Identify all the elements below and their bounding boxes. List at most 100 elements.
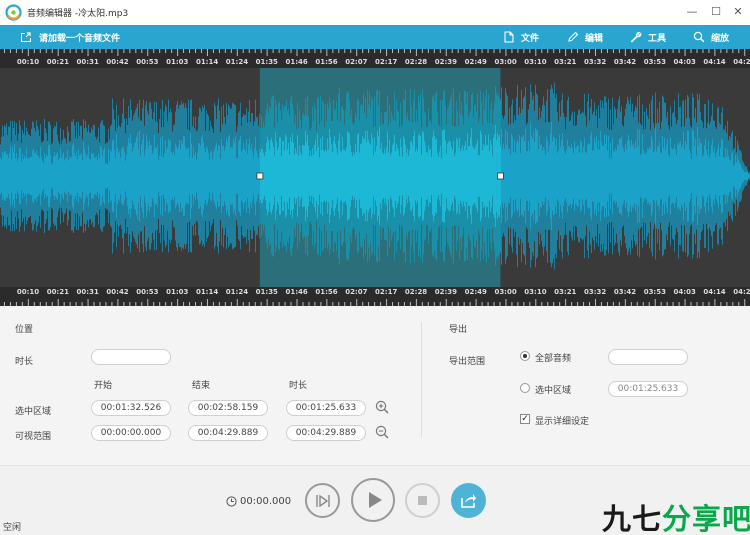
export-all-label[interactable]: 全部音频 [535, 351, 571, 364]
menu-file-label: 文件 [521, 33, 540, 44]
ruler-tick-label: 04:14 [703, 58, 726, 66]
ruler-tick-label: 02:28 [404, 288, 428, 296]
ruler-tick-label: 04:14 [703, 288, 726, 296]
selection-length-field[interactable]: 00:01:25.633 [286, 400, 366, 416]
visible-row-label: 可视范围 [15, 432, 52, 442]
ruler-tick-label: 00:31 [76, 58, 99, 66]
ruler-tick-label: 03:00 [494, 58, 517, 66]
export-selection-field[interactable]: 00:01:25.633 [608, 381, 688, 397]
minimize-button[interactable]: — [682, 3, 702, 21]
position-section-title: 位置 [15, 325, 34, 335]
column-length-header: 时长 [289, 381, 308, 391]
menu-tools[interactable]: 工具 [630, 25, 666, 49]
export-selection-radio[interactable] [520, 383, 530, 393]
magnifier-icon [693, 31, 705, 43]
selection-start-field[interactable]: 00:01:32.526 [91, 400, 171, 416]
menu-tools-label: 工具 [648, 33, 667, 44]
menu-zoom-label: 缩放 [711, 33, 730, 44]
ruler-tick-label: 01:46 [285, 58, 308, 66]
export-all-field[interactable] [608, 349, 688, 365]
selection-row-label: 选中区域 [15, 407, 52, 417]
ruler-tick-label: 02:28 [404, 58, 428, 66]
share-icon [461, 494, 476, 508]
export-all-radio[interactable] [520, 351, 530, 361]
ruler-tick-label: 02:39 [434, 288, 458, 296]
stop-icon [418, 496, 427, 505]
ruler-tick-label: 03:42 [613, 288, 637, 296]
ruler-tick-label: 01:14 [195, 288, 219, 296]
ruler-tick-label: 04:25 [733, 58, 750, 66]
ruler-tick-label: 01:35 [255, 288, 278, 296]
timeline-ruler-top[interactable]: 00:10 00:21 00:31 00:42 00:53 01:03 01:14 01:24… [0, 49, 750, 68]
waveform-area[interactable]: 00:10 00:21 00:31 00:42 00:53 01:03 01:14 01:24… [0, 49, 750, 306]
close-button[interactable]: ✕ [728, 3, 748, 21]
ruler-tick-label: 03:53 [643, 288, 666, 296]
toolbar: 请加载一个音频文件 文件 编辑 工具 缩放 [0, 25, 750, 49]
show-details-checkbox[interactable]: ✓ [520, 414, 530, 424]
ruler-tick-label: 02:17 [375, 58, 398, 66]
playback-time: 00:00.000 [240, 496, 292, 507]
status-text: 空闲 [3, 523, 22, 533]
load-audio-button[interactable]: 请加载一个音频文件 [20, 25, 120, 49]
ruler-tick-label: 00:42 [106, 58, 129, 66]
duration-field[interactable] [91, 349, 171, 365]
ruler-tick-label: 02:49 [464, 288, 487, 296]
ruler-tick-label: 04:03 [673, 288, 696, 296]
file-icon [504, 31, 514, 43]
ruler-tick-label: 02:17 [375, 288, 398, 296]
ruler-tick-label: 04:03 [673, 58, 696, 66]
menu-file[interactable]: 文件 [503, 25, 539, 49]
ruler-tick-label: 02:39 [434, 58, 458, 66]
transport-bar: 00:00.000 空闲 九七分享吧 [0, 465, 750, 535]
play-selection-icon [316, 494, 330, 508]
visible-length-field[interactable]: 00:04:29.889 [286, 425, 366, 441]
zoom-out-icon[interactable] [375, 425, 389, 439]
ruler-tick-label: 03:42 [613, 58, 637, 66]
show-details-label[interactable]: 显示详细设定 [535, 414, 589, 427]
ruler-tick-label: 01:03 [166, 288, 189, 296]
menu-edit[interactable]: 编辑 [567, 25, 603, 49]
timeline-ruler-bottom[interactable]: 00:10 00:21 00:31 00:42 00:53 01:03 01:14 01:24… [0, 287, 750, 306]
ruler-tick-label: 02:07 [345, 288, 368, 296]
maximize-button[interactable]: ☐ [706, 3, 726, 21]
pencil-icon [568, 31, 579, 42]
ruler-tick-label: 01:35 [255, 58, 278, 66]
ruler-tick-label: 00:21 [46, 288, 69, 296]
ruler-tick-label: 00:31 [76, 288, 99, 296]
visible-end-field[interactable]: 00:04:29.889 [188, 425, 268, 441]
wrench-icon [630, 31, 642, 43]
waveform[interactable] [0, 68, 750, 287]
window-title: 音频编辑器 -冷太阳.mp3 [27, 9, 129, 19]
play-button[interactable] [351, 478, 395, 522]
ruler-tick-label: 01:14 [195, 58, 219, 66]
ruler-tick-label: 00:21 [46, 58, 69, 66]
ruler-tick-label: 01:56 [315, 288, 338, 296]
play-selection-button[interactable] [305, 483, 340, 518]
ruler-tick-label: 00:10 [16, 58, 40, 66]
export-section-title: 导出 [449, 325, 468, 335]
app-logo-icon [5, 4, 22, 21]
ruler-tick-label: 03:32 [583, 58, 607, 66]
export-selection-label[interactable]: 选中区域 [535, 383, 571, 396]
ruler-tick-label: 02:49 [464, 58, 487, 66]
watermark-logo: 九七分享吧 [602, 502, 750, 535]
ruler-tick-label: 02:07 [345, 58, 368, 66]
selection-end-handle[interactable] [497, 172, 504, 180]
ruler-tick-label: 00:53 [136, 58, 159, 66]
ruler-tick-label: 01:03 [166, 58, 189, 66]
ruler-tick-label: 03:00 [494, 288, 517, 296]
zoom-in-icon[interactable] [375, 400, 389, 414]
ruler-tick-label: 00:53 [136, 288, 159, 296]
selection-start-handle[interactable] [256, 172, 264, 180]
menu-zoom[interactable]: 缩放 [693, 25, 729, 49]
ruler-tick-label: 03:32 [583, 288, 607, 296]
visible-start-field[interactable]: 00:00:00.000 [91, 425, 171, 441]
play-icon [369, 492, 382, 508]
export-button[interactable] [451, 483, 486, 518]
clock-icon [226, 496, 237, 507]
stop-button[interactable] [405, 483, 440, 518]
ruler-tick-label: 03:53 [643, 58, 666, 66]
selection-end-field[interactable]: 00:02:58.159 [188, 400, 268, 416]
ruler-tick-label: 03:21 [554, 58, 577, 66]
duration-label: 时长 [15, 357, 34, 367]
